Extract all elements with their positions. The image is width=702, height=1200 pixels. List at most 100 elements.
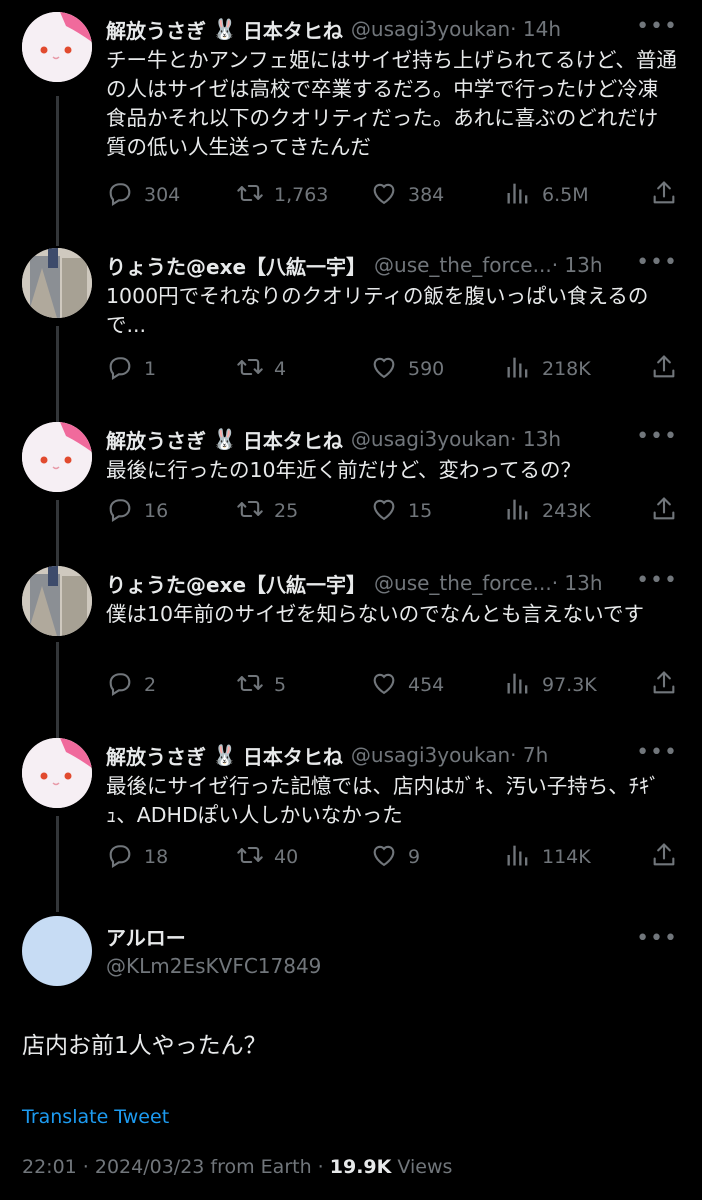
display-name[interactable]: 解放うさぎ: [106, 425, 206, 454]
share-button[interactable]: [650, 840, 678, 874]
reply-icon: [106, 669, 144, 702]
views-button[interactable]: 6.5M: [504, 178, 589, 212]
share-icon: [650, 669, 678, 702]
share-icon: [650, 353, 678, 386]
more-icon[interactable]: •••: [636, 568, 678, 593]
heart-icon: [370, 495, 408, 528]
more-icon[interactable]: •••: [636, 740, 678, 765]
tweet-actions: 2 5 454 97.3K: [106, 668, 678, 702]
tweet-actions: 304 1,763 384 6.5M: [106, 178, 678, 212]
tweet-header: 解放うさぎ 🐰 日本タヒね @usagi3youkan · 7h: [106, 738, 678, 772]
like-button[interactable]: 15: [370, 494, 432, 528]
heart-icon: [370, 669, 408, 702]
translate-tweet-link[interactable]: Translate Tweet: [22, 1106, 169, 1128]
tweet-body: 解放うさぎ 🐰 日本タヒね @usagi3youkan · 13h ••• 最後に行ったの1…: [106, 422, 678, 485]
tweet-header: 解放うさぎ 🐰 日本タヒね @usagi3youkan · 13h: [106, 422, 678, 456]
display-name[interactable]: りょうた@exe【八紘一宇】: [106, 251, 366, 280]
avatar[interactable]: [22, 566, 92, 636]
like-count: 15: [408, 500, 433, 522]
tweet-text: 1000円でそれなりのクオリティの飯を腹いっぱい食えるので...: [106, 284, 649, 337]
avatar[interactable]: [22, 12, 92, 82]
views-button[interactable]: 218K: [504, 352, 591, 386]
handle[interactable]: @usagi3youkan: [351, 427, 510, 451]
display-name-suffix[interactable]: 日本タヒね: [243, 425, 343, 454]
reply-count: 18: [144, 846, 169, 868]
retweet-icon: [236, 495, 274, 528]
share-button[interactable]: [650, 668, 678, 702]
like-button[interactable]: 454: [370, 668, 444, 702]
retweet-button[interactable]: 4: [236, 352, 286, 386]
like-button[interactable]: 9: [370, 840, 420, 874]
views-button[interactable]: 97.3K: [504, 668, 597, 702]
rabbit-emoji-icon: 🐰: [212, 743, 237, 767]
avatar[interactable]: [22, 248, 92, 318]
handle[interactable]: @use_the_force...: [374, 253, 552, 277]
like-button[interactable]: 590: [370, 352, 444, 386]
tweet-actions: 1 4 590 218K: [106, 352, 678, 386]
display-name[interactable]: 解放うさぎ: [106, 741, 206, 770]
share-button[interactable]: [650, 352, 678, 386]
timestamp[interactable]: · 13h: [552, 253, 603, 277]
handle[interactable]: @usagi3youkan: [351, 17, 510, 41]
share-icon: [650, 841, 678, 874]
display-name-suffix[interactable]: 日本タヒね: [243, 15, 343, 44]
reply-button[interactable]: 16: [106, 494, 168, 528]
timestamp[interactable]: · 13h: [552, 571, 603, 595]
retweet-button[interactable]: 5: [236, 668, 286, 702]
retweet-count: 1,763: [274, 184, 329, 206]
tweet-body: りょうた@exe【八紘一宇】 @use_the_force... · 13h ••• 1…: [106, 248, 678, 340]
more-icon[interactable]: •••: [636, 926, 678, 951]
retweet-button[interactable]: 1,763: [236, 178, 328, 212]
views-count[interactable]: 19.9K: [330, 1156, 392, 1178]
tweet-header: りょうた@exe【八紘一宇】 @use_the_force... · 13h: [106, 566, 678, 600]
retweet-icon: [236, 353, 274, 386]
handle[interactable]: @use_the_force...: [374, 571, 552, 595]
handle[interactable]: @usagi3youkan: [351, 743, 510, 767]
reply-count: 1: [144, 358, 157, 380]
avatar[interactable]: [22, 916, 92, 986]
views-label: Views: [397, 1156, 453, 1178]
more-icon[interactable]: •••: [636, 424, 678, 449]
timestamp[interactable]: · 7h: [510, 743, 548, 767]
retweet-button[interactable]: 25: [236, 494, 298, 528]
tweet-text: 最後に行ったの10年近く前だけど、変わってるの？: [106, 458, 582, 482]
timestamp[interactable]: · 13h: [510, 427, 561, 451]
tweet-text: 最後にサイゼ行った記憶では、店内はｶﾞｷ、汚い子持ち、ﾁｷﾞｭ、ADHDぽい人し…: [106, 774, 660, 827]
share-button[interactable]: [650, 178, 678, 212]
reply-icon: [106, 353, 144, 386]
reply-button[interactable]: 1: [106, 352, 156, 386]
views-button[interactable]: 243K: [504, 494, 591, 528]
share-icon: [650, 495, 678, 528]
share-icon: [650, 179, 678, 212]
share-button[interactable]: [650, 494, 678, 528]
tweet-header: りょうた@exe【八紘一宇】 @use_the_force... · 13h: [106, 248, 678, 282]
views-icon: [504, 841, 542, 874]
views-count: 243K: [542, 500, 591, 522]
reply-button[interactable]: 18: [106, 840, 168, 874]
views-icon: [504, 179, 542, 212]
heart-icon: [370, 353, 408, 386]
display-name[interactable]: りょうた@exe【八紘一宇】: [106, 569, 366, 598]
avatar[interactable]: [22, 422, 92, 492]
display-name[interactable]: アルロー: [106, 922, 186, 951]
more-icon[interactable]: •••: [636, 250, 678, 275]
views-button[interactable]: 114K: [504, 840, 591, 874]
timestamp[interactable]: · 14h: [510, 17, 561, 41]
display-name[interactable]: 解放うさぎ: [106, 15, 206, 44]
like-button[interactable]: 384: [370, 178, 444, 212]
views-count: 6.5M: [542, 184, 589, 206]
reply-button[interactable]: 304: [106, 178, 180, 212]
retweet-count: 40: [274, 846, 299, 868]
thread-line: [56, 816, 59, 912]
tweet-actions: 16 25 15 243K: [106, 494, 678, 528]
display-name-suffix[interactable]: 日本タヒね: [243, 741, 343, 770]
like-count: 454: [408, 674, 445, 696]
handle[interactable]: @KLm2EsKVFC17849: [106, 954, 321, 978]
tweet-text: チー牛とかアンフェ姫にはサイゼ持ち上げられてるけど、普通の人はサイゼは高校で卒業…: [106, 48, 677, 159]
avatar[interactable]: [22, 738, 92, 808]
views-count: 97.3K: [542, 674, 597, 696]
more-icon[interactable]: •••: [636, 14, 678, 39]
reply-button[interactable]: 2: [106, 668, 156, 702]
views-count: 114K: [542, 846, 591, 868]
retweet-button[interactable]: 40: [236, 840, 298, 874]
